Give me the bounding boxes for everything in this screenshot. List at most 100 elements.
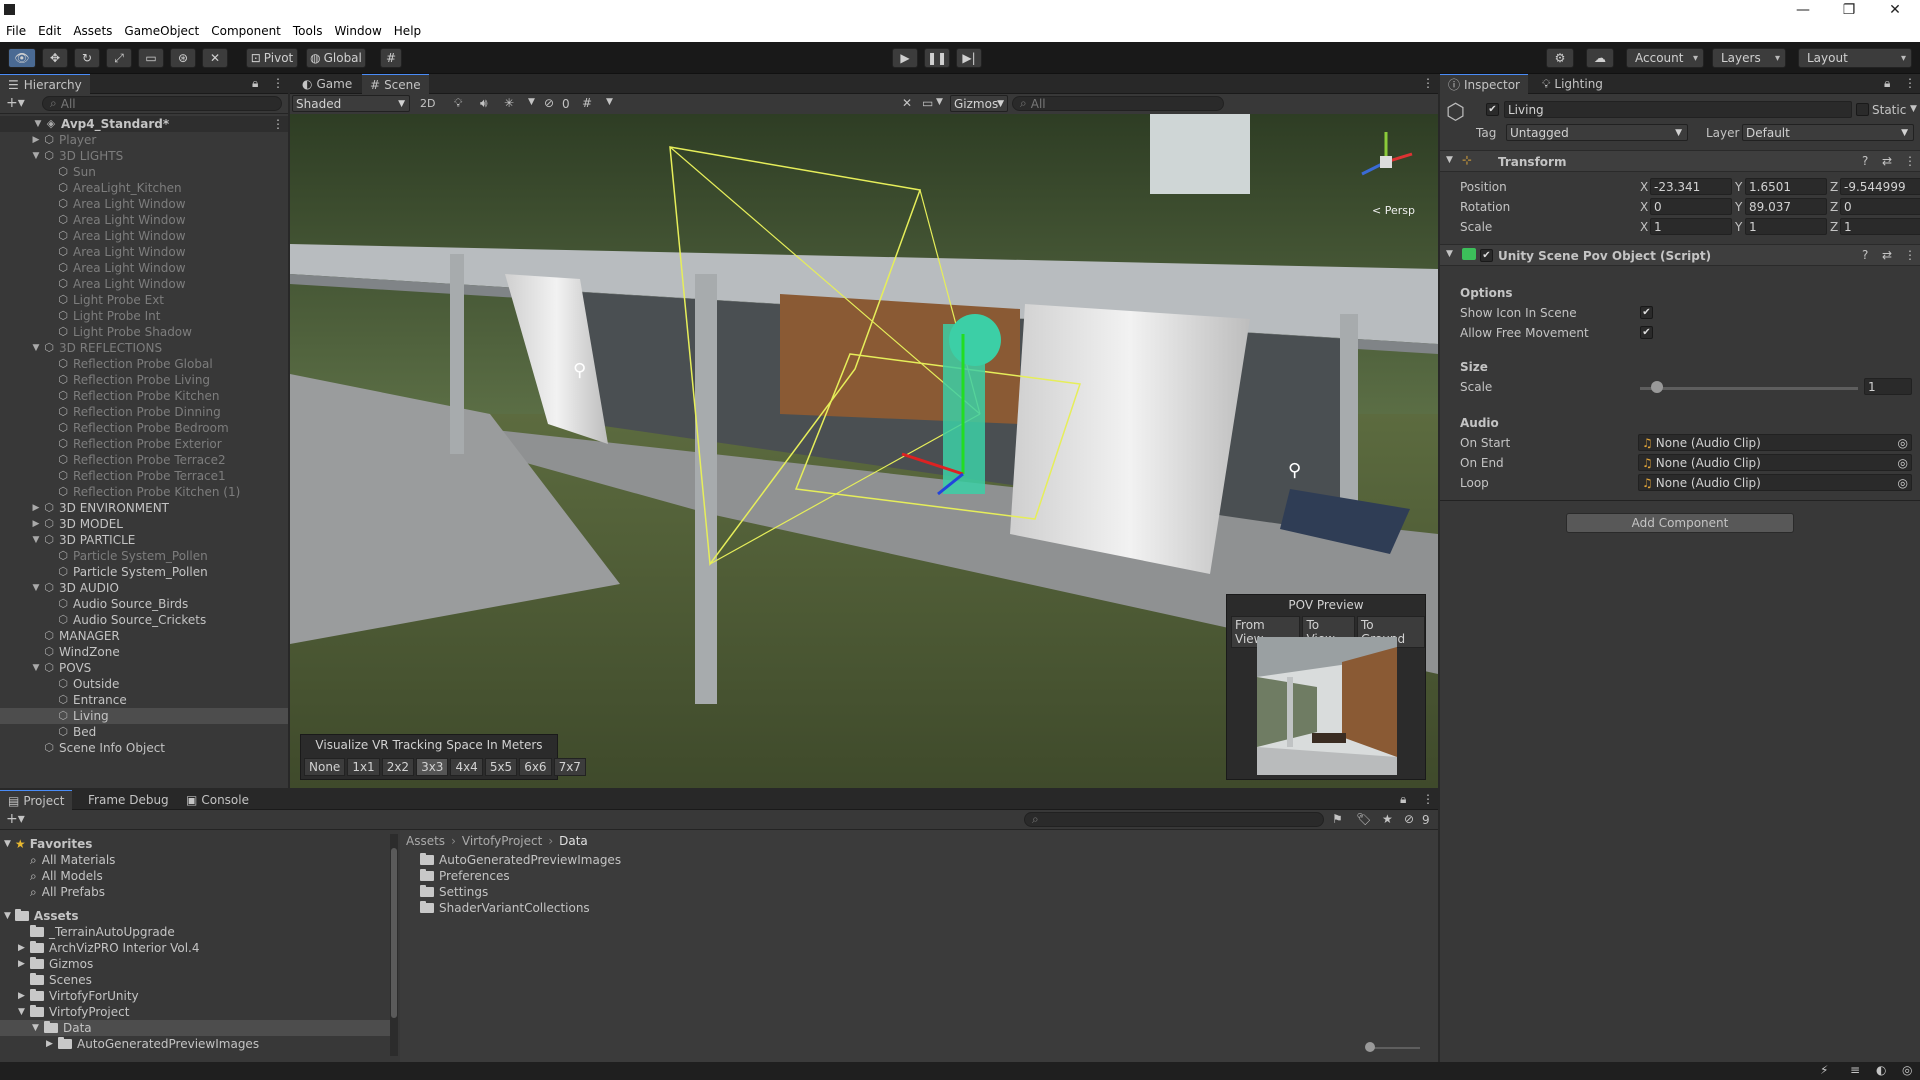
hierarchy-item[interactable]: ⬡ Audio Source_Crickets: [0, 612, 288, 628]
transform-z-input[interactable]: -9.544999: [1840, 178, 1920, 195]
hierarchy-item[interactable]: ⬡ Reflection Probe Terrace1: [0, 468, 288, 484]
move-tool-button[interactable]: ✥: [42, 48, 68, 68]
step-button[interactable]: ▶|: [956, 48, 982, 68]
bake-icon[interactable]: ◐: [1876, 1063, 1886, 1077]
orientation-gizmo[interactable]: < Persp: [1342, 122, 1430, 222]
tree-scrollbar[interactable]: [390, 834, 398, 1056]
preset-icon[interactable]: ⇄: [1882, 154, 1892, 168]
transform-z-input[interactable]: 1: [1840, 218, 1920, 235]
loop-audio-field[interactable]: ♫ None (Audio Clip) ◎: [1638, 474, 1912, 491]
vr-size-option[interactable]: 6x6: [519, 758, 552, 776]
hierarchy-item[interactable]: ⬡ Audio Source_Birds: [0, 596, 288, 612]
foldout-arrow-icon[interactable]: ▶: [18, 943, 30, 953]
hierarchy-item[interactable]: ⬡ Reflection Probe Kitchen (1): [0, 484, 288, 500]
hierarchy-item[interactable]: ▼ ⬡ 3D REFLECTIONS: [0, 340, 288, 356]
active-checkbox[interactable]: ✔: [1486, 103, 1499, 116]
allow-free-checkbox[interactable]: ✔: [1640, 326, 1653, 339]
more-options-icon[interactable]: ⋮: [1422, 76, 1434, 90]
hierarchy-item[interactable]: ▶ ⬡ 3D MODEL: [0, 516, 288, 532]
layers-dropdown[interactable]: Layers: [1712, 48, 1786, 68]
asset-folder-item[interactable]: _TerrainAutoUpgrade: [0, 924, 390, 940]
static-label[interactable]: Static: [1872, 103, 1906, 117]
hierarchy-item[interactable]: ▶ ⬡ Player: [0, 132, 288, 148]
tab-console[interactable]: ▣ Console: [178, 790, 257, 810]
pause-button[interactable]: ❚❚: [924, 48, 950, 68]
search-by-type-icon[interactable]: ⚑: [1332, 812, 1343, 826]
favorites-row[interactable]: ▼ ★ Favorites: [4, 836, 92, 852]
hierarchy-item[interactable]: ⬡ Particle System_Pollen: [0, 548, 288, 564]
scene-root-row[interactable]: ▼ ◈ Avp4_Standard* ⋮: [0, 116, 288, 132]
lock-icon[interactable]: 🔒︎: [1884, 76, 1890, 91]
project-search-input[interactable]: ⌕: [1024, 812, 1324, 827]
menu-help[interactable]: Help: [388, 24, 427, 38]
menu-edit[interactable]: Edit: [32, 24, 67, 38]
object-name-input[interactable]: Living: [1504, 101, 1852, 118]
rect-tool-button[interactable]: ▭: [138, 48, 164, 68]
layer-dropdown[interactable]: Default ▼: [1742, 124, 1914, 141]
tab-project[interactable]: ▤ Project: [0, 790, 73, 810]
menu-gameobject[interactable]: GameObject: [118, 24, 205, 38]
asset-folder-item[interactable]: ▶ Gizmos: [0, 956, 390, 972]
hierarchy-item[interactable]: ⬡ Area Light Window: [0, 260, 288, 276]
foldout-arrow-icon[interactable]: ▼: [18, 1007, 30, 1017]
layout-dropdown[interactable]: Layout: [1798, 48, 1912, 68]
expand-arrow-icon[interactable]: ▼: [30, 151, 42, 161]
scene-menu-icon[interactable]: ⋮: [272, 117, 284, 131]
favorite-item[interactable]: ⌕ All Models: [30, 868, 103, 884]
hierarchy-item[interactable]: ⬡ Light Probe Shadow: [0, 324, 288, 340]
on-start-audio-field[interactable]: ♫ None (Audio Clip) ◎: [1638, 434, 1912, 451]
tab-game[interactable]: ◐ Game: [294, 74, 360, 94]
hierarchy-item[interactable]: ⬡ Area Light Window: [0, 196, 288, 212]
foldout-arrow-icon[interactable]: ▶: [46, 1039, 58, 1049]
cloud-button[interactable]: ☁: [1586, 48, 1614, 68]
scale-value-input[interactable]: 1: [1864, 378, 1912, 395]
axis-y-label[interactable]: Y: [1735, 178, 1742, 196]
custom-tool-button[interactable]: ✕: [202, 48, 228, 68]
show-icon-checkbox[interactable]: ✔: [1640, 306, 1653, 319]
perspective-label[interactable]: < Persp: [1372, 204, 1415, 217]
hierarchy-item[interactable]: ⬡ Reflection Probe Global: [0, 356, 288, 372]
asset-folder-item[interactable]: ▶ VirtofyForUnity: [0, 988, 390, 1004]
dropdown-arrow-icon[interactable]: ▼: [936, 97, 943, 107]
hierarchy-item[interactable]: ⬡ Reflection Probe Terrace2: [0, 452, 288, 468]
expand-arrow-icon[interactable]: ▼: [30, 535, 42, 545]
component-menu-icon[interactable]: ⋮: [1904, 248, 1916, 262]
tag-dropdown[interactable]: Untagged ▼: [1506, 124, 1688, 141]
scene-search-input[interactable]: ⌕ All: [1012, 96, 1224, 111]
transform-y-input[interactable]: 89.037: [1745, 198, 1827, 215]
static-checkbox[interactable]: [1856, 103, 1869, 116]
pivot-button[interactable]: ⊡ Pivot: [246, 48, 298, 68]
hierarchy-item[interactable]: ⬡ WindZone: [0, 644, 288, 660]
favorite-icon[interactable]: ★: [1382, 812, 1393, 826]
hierarchy-item[interactable]: ⬡ MANAGER: [0, 628, 288, 644]
view-tool-button[interactable]: 👁: [8, 48, 36, 68]
dropdown-arrow-icon[interactable]: ▼: [1910, 104, 1917, 114]
dropdown-arrow-icon[interactable]: ▼: [606, 97, 613, 107]
transform-x-input[interactable]: 1: [1650, 218, 1732, 235]
icon-size-slider-handle[interactable]: [1365, 1042, 1375, 1052]
shading-mode-dropdown[interactable]: Shaded ▼: [292, 95, 410, 112]
hierarchy-item[interactable]: ▼ ⬡ 3D PARTICLE: [0, 532, 288, 548]
file-item[interactable]: Preferences: [420, 868, 510, 884]
camera-icon[interactable]: ▭: [922, 96, 933, 110]
asset-folder-item[interactable]: Scenes: [0, 972, 390, 988]
hierarchy-item[interactable]: ⬡ Reflection Probe Kitchen: [0, 388, 288, 404]
tab-inspector[interactable]: ⓘ Inspector: [1440, 74, 1528, 94]
transform-header[interactable]: ▼ ⊹ Transform ? ⇄ ⋮: [1440, 150, 1920, 172]
menu-tools[interactable]: Tools: [287, 24, 329, 38]
rotate-tool-button[interactable]: ↻: [74, 48, 100, 68]
hierarchy-item[interactable]: ▼ ⬡ 3D AUDIO: [0, 580, 288, 596]
scale-tool-button[interactable]: ⤢: [106, 48, 132, 68]
object-picker-icon[interactable]: ◎: [1898, 436, 1908, 450]
help-icon[interactable]: ?: [1862, 154, 1868, 168]
hierarchy-item[interactable]: ▼ ⬡ POVS: [0, 660, 288, 676]
vr-size-option[interactable]: 4x4: [450, 758, 483, 776]
hierarchy-item[interactable]: ⬡ Scene Info Object: [0, 740, 288, 756]
axis-z-label[interactable]: Z: [1830, 178, 1838, 196]
add-icon[interactable]: +▾: [6, 811, 25, 827]
foldout-arrow-icon[interactable]: ▼: [4, 911, 11, 921]
breadcrumb-item[interactable]: Data: [559, 834, 588, 848]
transform-y-input[interactable]: 1.6501: [1745, 178, 1827, 195]
expand-arrow-icon[interactable]: ▼: [30, 583, 42, 593]
gizmos-dropdown[interactable]: Gizmos ▼: [950, 95, 1008, 112]
